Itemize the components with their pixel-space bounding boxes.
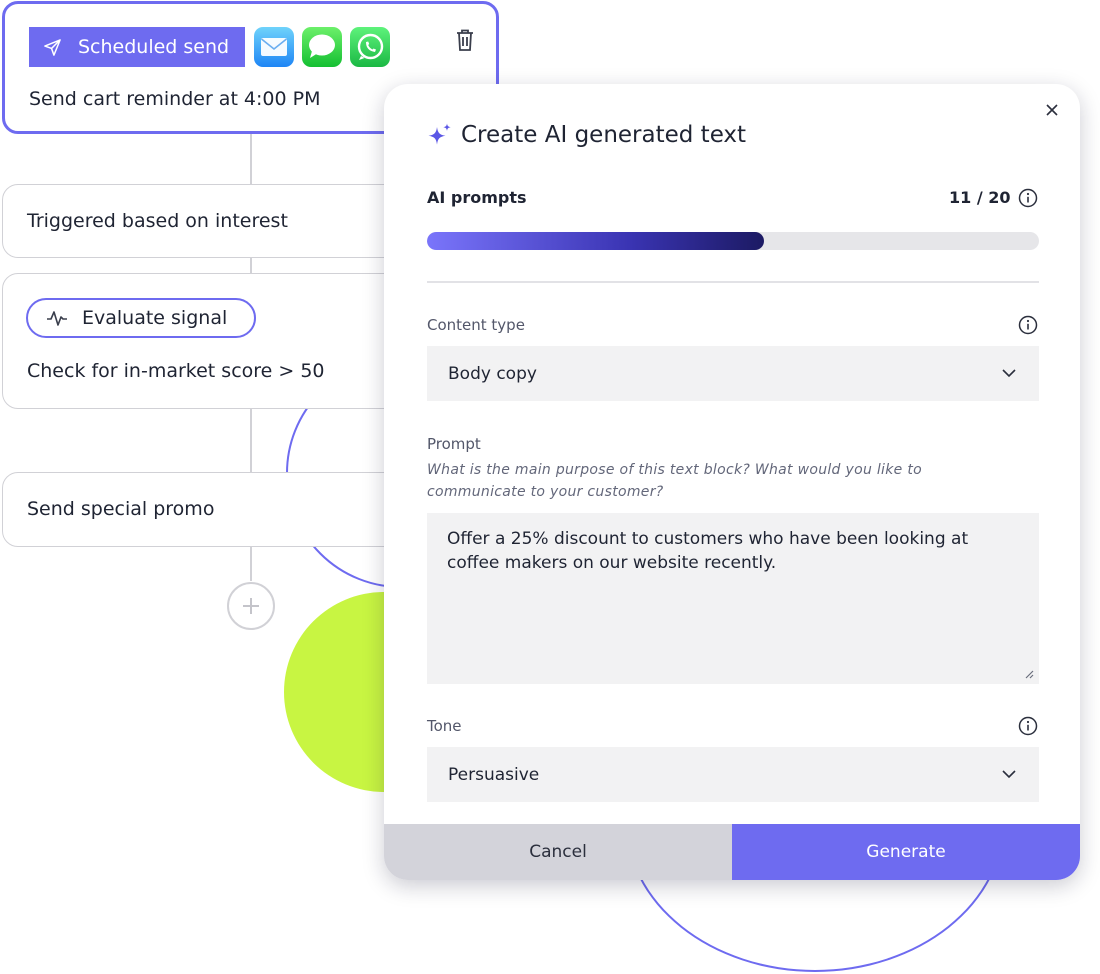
add-step-button[interactable] xyxy=(227,582,275,630)
messages-icon[interactable] xyxy=(302,27,342,67)
triggered-text: Triggered based on interest xyxy=(27,210,288,232)
workflow-connector xyxy=(250,134,252,186)
info-icon[interactable] xyxy=(1018,188,1038,208)
plus-icon xyxy=(243,598,259,614)
workflow-connector xyxy=(250,547,252,581)
chevron-down-icon xyxy=(1002,369,1016,378)
scheduled-send-label: Scheduled send xyxy=(78,36,230,58)
cancel-button[interactable]: Cancel xyxy=(384,824,732,880)
ai-prompts-label: AI prompts xyxy=(427,188,527,207)
whatsapp-icon[interactable] xyxy=(350,27,390,67)
modal-title: Create AI generated text xyxy=(461,122,747,148)
chevron-down-icon xyxy=(1002,770,1016,779)
ai-prompts-count: 11 / 20 xyxy=(949,188,1011,207)
ai-prompts-progress xyxy=(427,232,1039,250)
workflow-connector xyxy=(250,408,252,472)
evaluate-signal-label: Evaluate signal xyxy=(82,307,228,329)
workflow-connector xyxy=(250,258,252,274)
pulse-icon xyxy=(47,311,67,326)
ai-text-modal: Create AI generated text AI prompts 11 /… xyxy=(384,84,1080,880)
content-type-select[interactable]: Body copy xyxy=(427,346,1039,401)
divider xyxy=(427,281,1039,283)
scheduled-send-description: Send cart reminder at 4:00 PM xyxy=(29,88,321,110)
info-icon[interactable] xyxy=(1018,716,1038,736)
scheduled-send-chip: Scheduled send xyxy=(29,27,245,67)
close-button[interactable] xyxy=(1040,98,1064,122)
tone-label: Tone xyxy=(427,717,462,735)
close-icon xyxy=(1046,104,1058,116)
trash-icon xyxy=(457,29,473,51)
evaluate-signal-description: Check for in-market score > 50 xyxy=(27,360,325,382)
evaluate-signal-chip: Evaluate signal xyxy=(26,298,256,338)
special-promo-text: Send special promo xyxy=(27,498,215,520)
prompt-label: Prompt xyxy=(427,435,481,453)
generate-button[interactable]: Generate xyxy=(732,824,1080,880)
resize-handle-icon[interactable] xyxy=(1024,669,1034,679)
prompt-textarea[interactable]: Offer a 25% discount to customers who ha… xyxy=(427,513,1039,684)
tone-value: Persuasive xyxy=(448,764,540,785)
info-icon[interactable] xyxy=(1018,315,1038,335)
tone-select[interactable]: Persuasive xyxy=(427,747,1039,802)
content-type-label: Content type xyxy=(427,316,525,334)
ai-prompts-progress-fill xyxy=(427,232,764,250)
prompt-help-text: What is the main purpose of this text bl… xyxy=(427,462,922,500)
mail-icon[interactable] xyxy=(254,27,294,67)
send-icon xyxy=(44,38,61,56)
content-type-value: Body copy xyxy=(448,363,537,384)
delete-button[interactable] xyxy=(455,28,475,56)
sparkle-icon xyxy=(428,123,451,145)
